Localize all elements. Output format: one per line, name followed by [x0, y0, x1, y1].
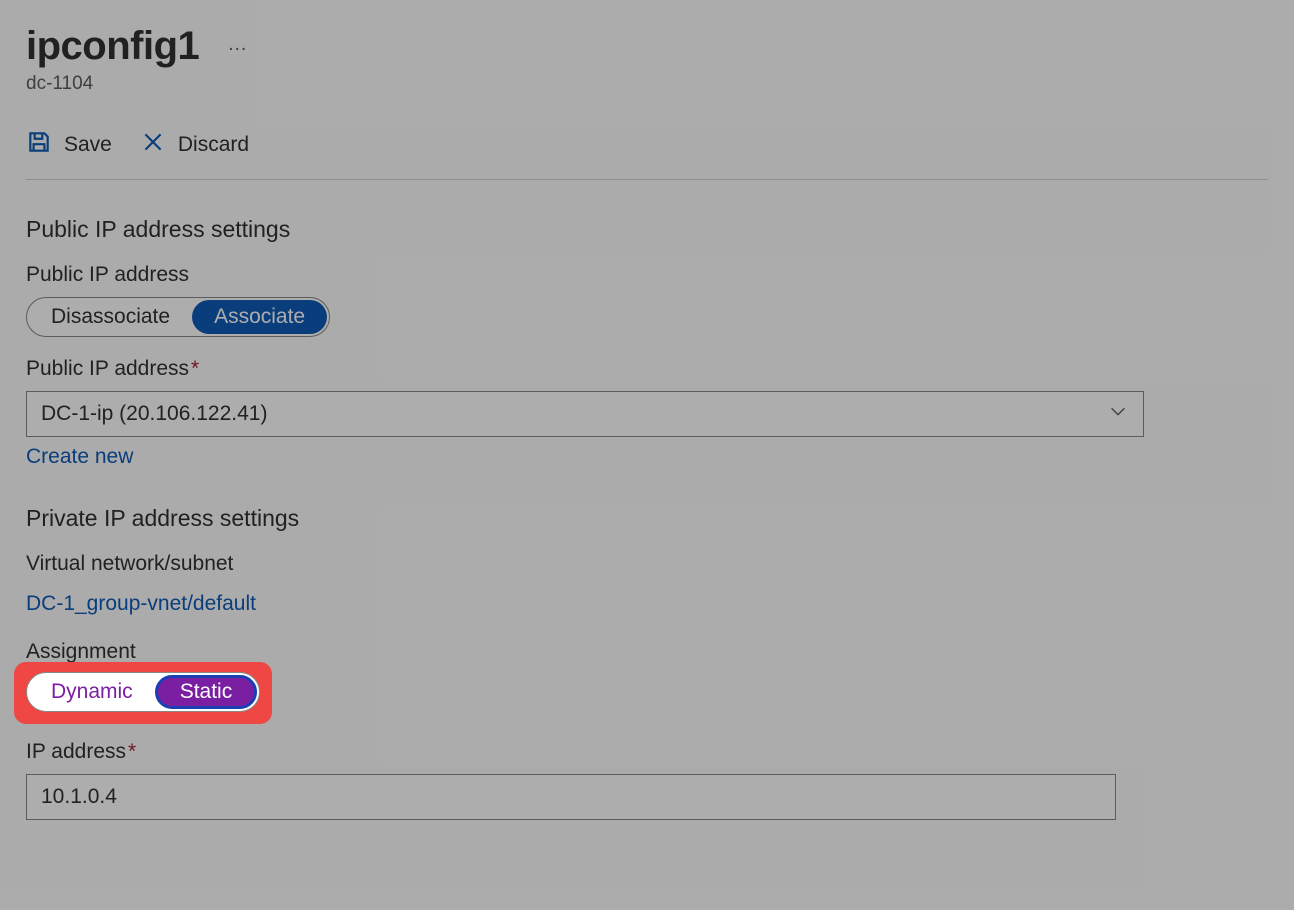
- toolbar: Save Discard: [26, 129, 1268, 180]
- ip-address-label: IP address*: [26, 740, 1268, 764]
- page-subtitle: dc-1104: [26, 73, 1268, 95]
- assignment-label: Assignment: [26, 640, 1268, 664]
- associate-option[interactable]: Associate: [192, 300, 327, 334]
- close-icon: [140, 129, 166, 161]
- assignment-toggle[interactable]: Dynamic Static: [26, 672, 260, 712]
- more-menu[interactable]: …: [227, 33, 249, 60]
- public-ip-section-heading: Public IP address settings: [26, 216, 1268, 243]
- vnet-label: Virtual network/subnet: [26, 552, 1268, 576]
- public-ip-toggle[interactable]: Disassociate Associate: [26, 297, 330, 337]
- save-label: Save: [64, 133, 112, 157]
- ip-address-input[interactable]: [26, 774, 1116, 820]
- page-title: ipconfig1: [26, 24, 199, 69]
- public-ip-dropdown[interactable]: DC-1-ip (20.106.122.41): [26, 391, 1144, 437]
- public-ip-dropdown-value: DC-1-ip (20.106.122.41): [41, 402, 267, 426]
- vnet-link[interactable]: DC-1_group-vnet/default: [26, 592, 256, 616]
- required-indicator: *: [128, 740, 136, 763]
- chevron-down-icon: [1107, 400, 1129, 428]
- public-ip-dropdown-label: Public IP address*: [26, 357, 1268, 381]
- discard-button[interactable]: Discard: [140, 129, 249, 161]
- private-ip-section-heading: Private IP address settings: [26, 505, 1268, 532]
- save-button[interactable]: Save: [26, 129, 112, 161]
- save-icon: [26, 129, 52, 161]
- static-option[interactable]: Static: [155, 675, 258, 709]
- discard-label: Discard: [178, 133, 249, 157]
- disassociate-option[interactable]: Disassociate: [29, 300, 192, 334]
- dynamic-option[interactable]: Dynamic: [29, 675, 155, 709]
- create-new-link[interactable]: Create new: [26, 445, 133, 469]
- required-indicator: *: [191, 357, 199, 380]
- assignment-highlight: Dynamic Static: [26, 672, 260, 712]
- public-ip-toggle-label: Public IP address: [26, 263, 1268, 287]
